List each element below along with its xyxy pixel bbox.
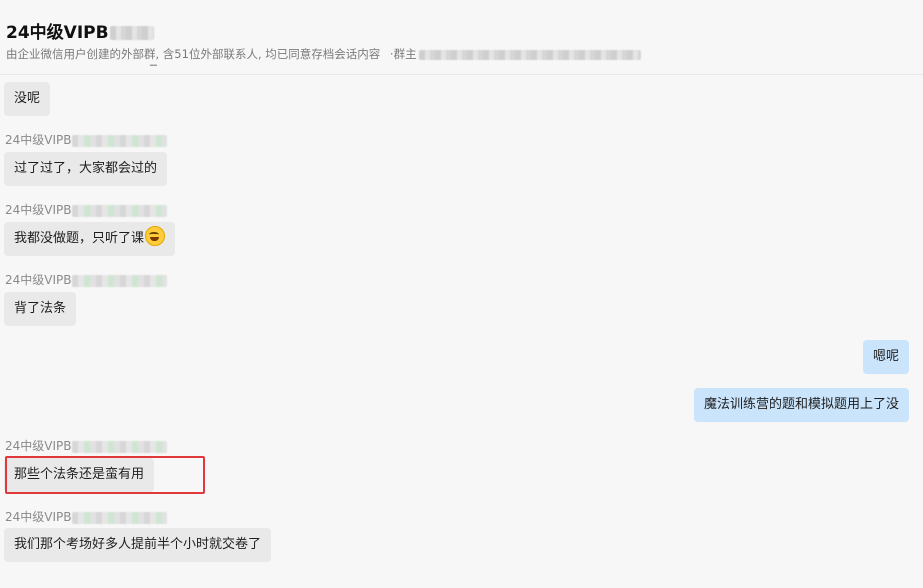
chat-window: 24中级VIPB 由企业微信用户创建的外部群, 含51位外部联系人, 均已同意存… <box>0 0 923 588</box>
message-text: 过了过了，大家都会过的 <box>14 161 158 176</box>
redacted-sender <box>71 440 167 453</box>
group-owner-label: ·群主 <box>389 47 417 61</box>
redacted-sender <box>71 204 167 217</box>
message-text: 嗯呢 <box>872 349 899 364</box>
sender-name: 24中级VIPB <box>5 439 72 453</box>
message-text: 那些个法条还是蛮有用 <box>14 467 145 482</box>
group-title-text: 24中级VIPB <box>6 23 109 43</box>
message-text: 背了法条 <box>14 301 67 316</box>
message-sender: 24中级VIPB <box>5 437 167 454</box>
group-title: 24中级VIPB <box>6 18 154 43</box>
message-text: 我们那个考场好多人提前半个小时就交卷了 <box>14 537 262 552</box>
redacted-owner <box>418 49 641 60</box>
sender-name: 24中级VIPB <box>5 510 72 524</box>
grinning-sweat-emoji-icon <box>145 226 166 246</box>
message-bubble[interactable]: 我们那个考场好多人提前半个小时就交卷了 <box>4 528 272 562</box>
message-bubble[interactable]: 那些个法条还是蛮有用 <box>4 458 155 492</box>
my-message-bubble[interactable]: 嗯呢 <box>862 340 909 374</box>
message-sender: 24中级VIPB <box>5 201 167 218</box>
sender-name: 24中级VIPB <box>5 273 72 287</box>
message-text: 没呢 <box>14 91 41 106</box>
sender-name: 24中级VIPB <box>5 203 72 217</box>
message-bubble[interactable]: 过了过了，大家都会过的 <box>4 152 168 186</box>
sender-name: 24中级VIPB <box>5 133 72 147</box>
message-sender: 24中级VIPB <box>5 508 167 525</box>
message-sender: 24中级VIPB <box>5 131 167 148</box>
chat-header: 24中级VIPB 由企业微信用户创建的外部群, 含51位外部联系人, 均已同意存… <box>0 0 923 76</box>
clipped-text: ▔ <box>150 66 157 76</box>
my-message-bubble[interactable]: 魔法训练营的题和模拟题用上了没 <box>693 388 909 422</box>
message-sender: 24中级VIPB <box>5 271 167 288</box>
group-subtitle-text: 由企业微信用户创建的外部群, 含51位外部联系人, 均已同意存档会话内容 <box>6 47 381 61</box>
redacted-sender <box>71 274 167 287</box>
redacted-name <box>109 26 154 40</box>
message-bubble[interactable]: 背了法条 <box>4 292 77 326</box>
redacted-sender <box>71 511 167 524</box>
redacted-sender <box>71 134 167 147</box>
message-text: 魔法训练营的题和模拟题用上了没 <box>703 397 899 412</box>
message-text: 我都没做题，只听了课 <box>14 231 145 246</box>
message-bubble[interactable]: 没呢 <box>4 82 51 116</box>
group-subtitle: 由企业微信用户创建的外部群, 含51位外部联系人, 均已同意存档会话内容 ·群主 <box>6 46 641 62</box>
message-bubble[interactable]: 我都没做题，只听了课 <box>4 222 176 256</box>
